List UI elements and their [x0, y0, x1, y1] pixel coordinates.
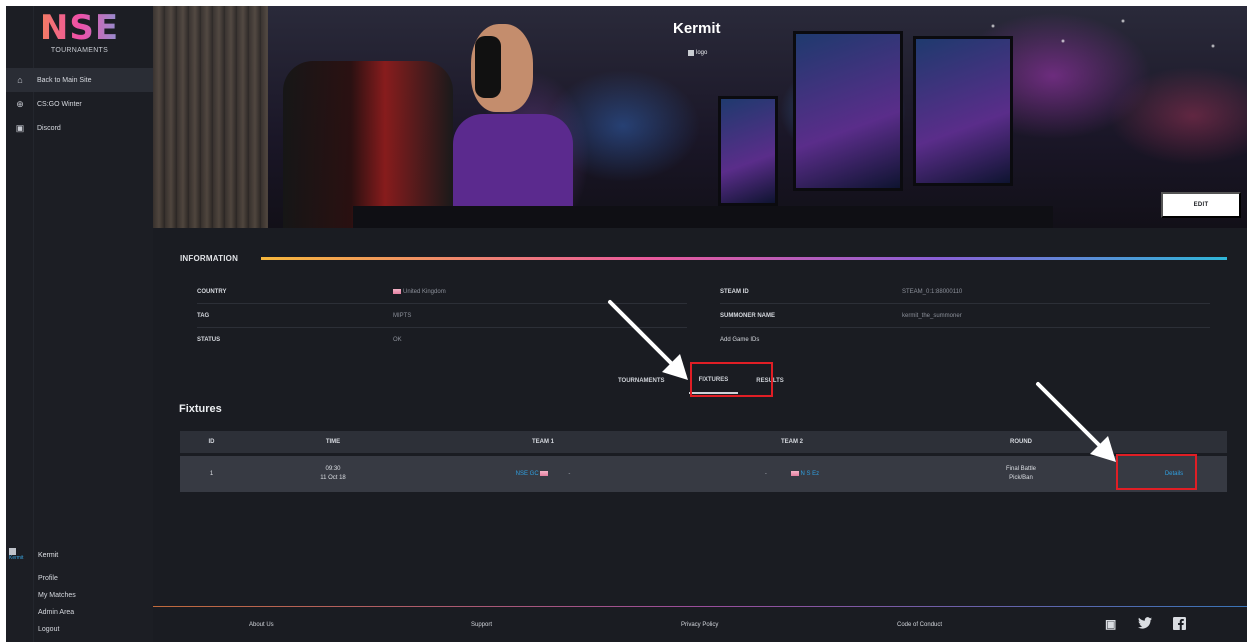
- info-value: kermit_the_summoner: [902, 313, 962, 319]
- info-value: STEAM_0:1:88000110: [902, 289, 963, 295]
- info-row-steam-id: STEAM ID STEAM_0:1:88000110: [720, 280, 1210, 304]
- avatar[interactable]: Kermit: [9, 548, 31, 568]
- footer-link-about-us[interactable]: About Us: [249, 622, 274, 628]
- score-separator: -: [764, 471, 767, 478]
- fixture-team1: NSE GC -: [423, 470, 663, 477]
- annotation-arrow-icon: [1036, 382, 1116, 462]
- banner-desk: [353, 206, 1053, 228]
- info-value: OK: [393, 337, 402, 343]
- twitter-icon[interactable]: [1138, 617, 1152, 632]
- information-divider: [261, 257, 1227, 260]
- info-key: TAG: [197, 313, 210, 319]
- fixture-round-stage: Pick/Ban: [1009, 475, 1033, 481]
- fixture-team2: - N S Ez: [663, 470, 921, 478]
- uk-flag-icon: [790, 470, 799, 476]
- fixture-date-value: 11 Oct 18: [320, 475, 346, 481]
- user-menu: Profile My Matches Admin Area Logout: [38, 570, 76, 638]
- team1-link[interactable]: NSE GC: [516, 471, 539, 477]
- sidebar-item-label: Discord: [37, 124, 61, 132]
- logo-subtitle: TOURNAMENTS: [50, 47, 109, 54]
- info-key: STATUS: [197, 337, 221, 343]
- discord-icon: ▣: [15, 122, 25, 133]
- sidebar-item-label: Back to Main Site: [37, 76, 92, 84]
- banner-curtain: [153, 6, 268, 228]
- profile-link[interactable]: Profile: [38, 570, 76, 587]
- user-name[interactable]: Kermit: [38, 552, 58, 559]
- team2-link[interactable]: N S Ez: [801, 471, 820, 477]
- sidebar-item-back-to-main-site[interactable]: ⌂ Back to Main Site: [6, 68, 153, 92]
- footer-link-support[interactable]: Support: [471, 622, 492, 628]
- info-row-summoner-name: SUMMONER NAME kermit_the_summoner: [720, 304, 1210, 328]
- annotation-box-fixtures-tab: [690, 362, 773, 397]
- profile-title: Kermit: [673, 20, 721, 37]
- team-logo: logo: [688, 50, 707, 56]
- facebook-icon[interactable]: [1173, 617, 1186, 633]
- banner-monitor: [718, 96, 778, 206]
- annotation-box-details-link: [1116, 454, 1197, 490]
- sidebar-item-label: CS:GO Winter: [37, 100, 82, 108]
- information-heading: INFORMATION: [180, 254, 239, 263]
- sidebar-item-discord[interactable]: ▣ Discord: [6, 116, 153, 140]
- banner-gaming-chair: [283, 61, 453, 228]
- fixture-time-value: 09:30: [325, 466, 341, 472]
- logout-link[interactable]: Logout: [38, 621, 76, 638]
- headset-icon: [475, 36, 501, 98]
- banner-lights: [913, 6, 1247, 156]
- uk-flag-icon: [540, 470, 549, 476]
- brand-logo[interactable]: NSE TOURNAMENTS: [6, 6, 153, 68]
- sidebar-nav: ⌂ Back to Main Site ⊕ CS:GO Winter ▣ Dis…: [6, 68, 153, 140]
- uk-flag-icon: [393, 289, 401, 294]
- footer-link-code-of-conduct[interactable]: Code of Conduct: [897, 622, 942, 628]
- avatar-alt-text: Kermit: [9, 555, 24, 561]
- annotation-arrow-icon: [608, 300, 688, 380]
- column-header-team2: TEAM 2: [780, 439, 803, 445]
- column-header-team1: TEAM 1: [531, 439, 554, 445]
- broken-image-icon: [688, 50, 694, 56]
- broken-image-icon: [9, 548, 16, 555]
- footer-link-privacy-policy[interactable]: Privacy Policy: [681, 622, 718, 628]
- info-key: STEAM ID: [720, 289, 749, 295]
- team-logo-alt: logo: [696, 50, 708, 56]
- info-value: United Kingdom: [393, 289, 446, 295]
- discord-icon[interactable]: ▣: [1105, 617, 1116, 631]
- footer: About Us Support Privacy Policy Code of …: [153, 607, 1247, 642]
- sidebar-item-csgo-winter[interactable]: ⊕ CS:GO Winter: [6, 92, 153, 116]
- add-game-ids-link[interactable]: Add Game IDs: [720, 337, 759, 343]
- app-frame: NSE TOURNAMENTS ⌂ Back to Main Site ⊕ CS…: [6, 6, 1247, 642]
- info-value: MIPTS: [393, 313, 412, 319]
- fixture-id: 1: [209, 471, 214, 477]
- home-icon: ⌂: [17, 75, 23, 85]
- info-key: SUMMONER NAME: [720, 313, 775, 319]
- fixtures-heading: Fixtures: [179, 403, 222, 415]
- logo-mark: NSE: [6, 8, 153, 48]
- admin-area-link[interactable]: Admin Area: [38, 604, 76, 621]
- main-content: Kermit logo EDIT INFORMATION COUNTRY Uni…: [153, 6, 1247, 642]
- score-separator: -: [568, 470, 571, 477]
- banner-monitor: [793, 31, 903, 191]
- globe-icon: ⊕: [16, 98, 24, 109]
- my-matches-link[interactable]: My Matches: [38, 587, 76, 604]
- column-header-id: ID: [208, 439, 215, 445]
- fixture-time: 09:30 11 Oct 18: [243, 465, 423, 483]
- column-header-time: TIME: [325, 439, 341, 445]
- info-row-game-ids: Add Game IDs: [720, 328, 1210, 352]
- profile-banner: Kermit logo EDIT: [153, 6, 1247, 228]
- info-key: COUNTRY: [197, 289, 227, 295]
- edit-button[interactable]: EDIT: [1161, 192, 1241, 218]
- banner-gamer-figure: [453, 24, 573, 228]
